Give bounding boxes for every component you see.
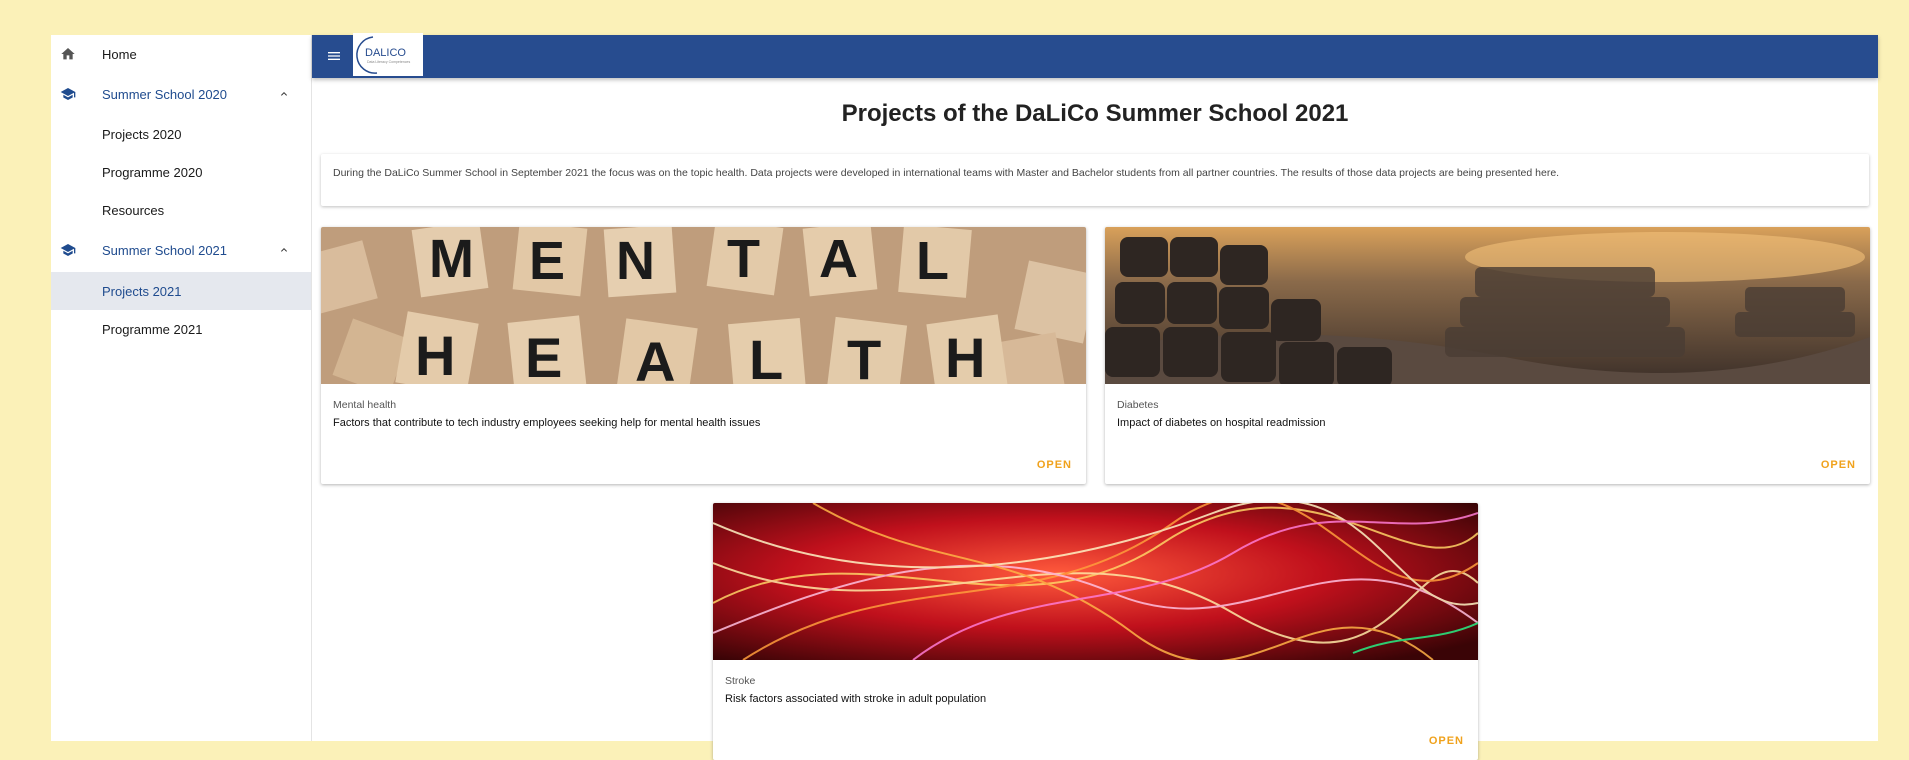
card-image xyxy=(713,503,1478,660)
sidebar-item-label: Programme 2021 xyxy=(102,321,203,337)
tile-letter: L xyxy=(749,328,783,384)
graduation-cap-icon xyxy=(60,88,76,100)
project-card-mental-health: M E N T A L H E A L T H Mental health Fa… xyxy=(321,227,1086,484)
tile-letter: H xyxy=(945,326,985,384)
tile-letter: T xyxy=(727,229,760,289)
sidebar-item-label: Programme 2020 xyxy=(102,164,203,180)
sugar-cubes-image xyxy=(1105,227,1870,384)
sidebar-item-projects-2020[interactable]: Projects 2020 xyxy=(51,115,311,153)
app-bar: DALICO Data Literacy Competences xyxy=(312,33,1878,78)
sidebar-item-programme-2020[interactable]: Programme 2020 xyxy=(51,153,311,191)
sidebar: Home Summer School 2020 Projects 2020 Pr… xyxy=(51,35,312,741)
card-category: Stroke xyxy=(725,675,756,687)
tile-letter: M xyxy=(429,229,474,289)
tile-letter: A xyxy=(819,229,858,289)
menu-icon[interactable] xyxy=(326,48,342,64)
chevron-up-icon[interactable] xyxy=(278,244,290,256)
card-title: Impact of diabetes on hospital readmissi… xyxy=(1117,417,1326,429)
sidebar-item-summer-school-2020[interactable]: Summer School 2020 xyxy=(51,75,311,113)
light-streaks-image xyxy=(713,503,1478,660)
project-card-stroke: Stroke Risk factors associated with stro… xyxy=(713,503,1478,760)
chevron-up-icon[interactable] xyxy=(278,88,290,100)
project-card-diabetes: Diabetes Impact of diabetes on hospital … xyxy=(1105,227,1870,484)
page-title: Projects of the DaLiCo Summer School 202… xyxy=(841,100,1349,127)
intro-text: During the DaLiCo Summer School in Septe… xyxy=(333,167,1560,179)
tile-letter: E xyxy=(525,326,562,384)
scrabble-tiles-image: M E N T A L H E A L T H xyxy=(321,227,1086,384)
sidebar-item-label: Projects 2021 xyxy=(102,283,182,299)
sidebar-item-label: Summer School 2020 xyxy=(102,86,228,102)
tile-letter: T xyxy=(847,328,881,384)
card-title: Risk factors associated with stroke in a… xyxy=(725,693,987,705)
sidebar-item-label: Resources xyxy=(102,202,165,218)
tile-letter: H xyxy=(415,324,455,384)
logo-graphic: DALICO Data Literacy Competences xyxy=(356,36,410,74)
tile-letter: L xyxy=(916,231,949,291)
sidebar-item-summer-school-2021[interactable]: Summer School 2021 xyxy=(51,231,311,269)
sidebar-item-label: Summer School 2021 xyxy=(102,242,228,258)
open-button[interactable]: OPEN xyxy=(1821,459,1856,471)
card-image xyxy=(1105,227,1870,384)
card-category: Diabetes xyxy=(1117,399,1159,411)
sidebar-item-programme-2021[interactable]: Programme 2021 xyxy=(51,310,311,348)
sidebar-item-label: Home xyxy=(102,46,137,62)
open-button[interactable]: OPEN xyxy=(1429,735,1464,747)
graduation-cap-icon xyxy=(60,244,76,256)
open-button[interactable]: OPEN xyxy=(1037,459,1072,471)
sidebar-item-home[interactable]: Home xyxy=(51,35,311,73)
tile-letter: N xyxy=(616,231,655,291)
intro-card: During the DaLiCo Summer School in Septe… xyxy=(321,154,1869,206)
tile-letter: A xyxy=(635,330,675,384)
tile-letter: E xyxy=(529,231,565,291)
card-category: Mental health xyxy=(333,399,397,411)
logo-subtext: Data Literacy Competences xyxy=(367,60,410,64)
card-image: M E N T A L H E A L T H xyxy=(321,227,1086,384)
sidebar-item-projects-2021[interactable]: Projects 2021 xyxy=(51,272,311,310)
card-title: Factors that contribute to tech industry… xyxy=(333,417,761,429)
sidebar-item-label: Projects 2020 xyxy=(102,126,182,142)
main-content: DALICO Data Literacy Competences Project… xyxy=(312,33,1878,760)
dalico-logo[interactable]: DALICO Data Literacy Competences xyxy=(353,33,423,76)
logo-text: DALICO xyxy=(365,47,406,59)
sidebar-item-resources[interactable]: Resources xyxy=(51,191,311,229)
home-icon xyxy=(61,48,75,60)
